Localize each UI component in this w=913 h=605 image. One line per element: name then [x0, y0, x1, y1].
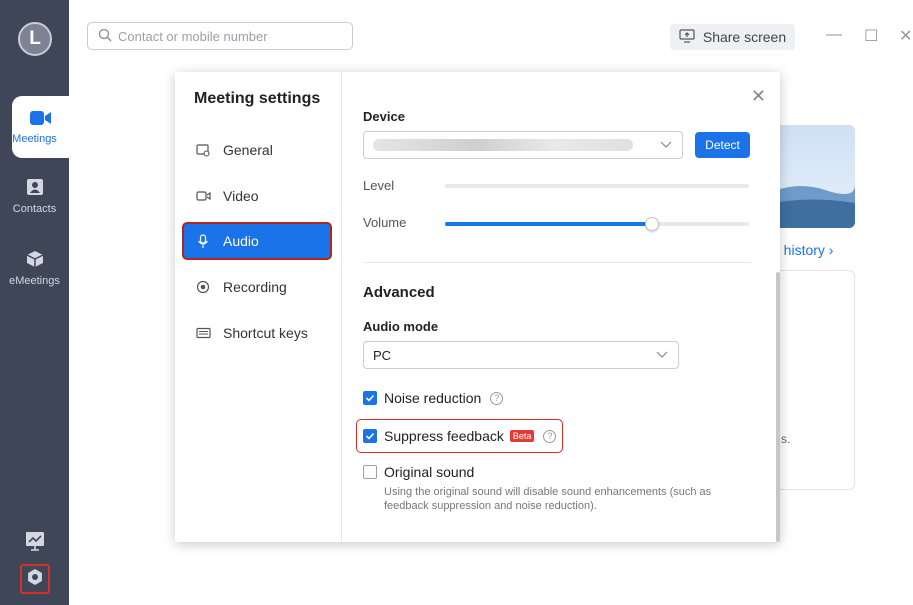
volume-slider[interactable]	[445, 222, 749, 226]
sidebar-item-label: Contacts	[12, 203, 57, 215]
menu-item-shortcut-keys[interactable]: Shortcut keys	[183, 315, 331, 351]
sidebar-item-emeetings[interactable]: eMeetings	[0, 250, 69, 287]
keyboard-icon	[195, 325, 211, 341]
audio-mode-select[interactable]: PC	[363, 341, 679, 369]
suppress-feedback-label: Suppress feedback	[384, 428, 504, 444]
volume-slider-handle[interactable]	[644, 217, 659, 231]
app-window: L Meetings Contacts eMeetings Contact or…	[0, 0, 913, 605]
sidebar: L Meetings Contacts eMeetings	[0, 0, 69, 605]
menu-item-label: Recording	[223, 279, 287, 295]
sidebar-item-contacts[interactable]: Contacts	[0, 178, 69, 215]
beta-badge: Beta	[509, 430, 535, 442]
suppress-feedback-option[interactable]: Suppress feedback Beta ?	[363, 428, 557, 444]
menu-item-general[interactable]: General	[183, 132, 331, 168]
close-dialog-button[interactable]: ✕	[751, 86, 766, 107]
help-icon[interactable]: ?	[490, 391, 504, 405]
general-icon	[195, 142, 211, 158]
settings-menu: Meeting settings General Video Audio Rec…	[175, 72, 342, 542]
meeting-history-link[interactable]: g history ›	[772, 242, 833, 258]
menu-item-label: General	[223, 142, 273, 158]
dialog-title: Meeting settings	[194, 90, 321, 107]
settings-button[interactable]	[20, 564, 50, 594]
noise-reduction-label: Noise reduction	[384, 390, 482, 406]
divider	[363, 262, 751, 263]
user-avatar[interactable]: L	[18, 22, 52, 56]
menu-item-audio[interactable]: Audio	[182, 222, 332, 260]
search-field[interactable]	[87, 22, 353, 50]
gear-icon	[26, 568, 44, 591]
cube-icon	[0, 250, 69, 271]
minimize-button[interactable]: —	[826, 26, 842, 44]
microphone-icon	[195, 233, 211, 249]
search-icon	[98, 28, 112, 45]
audio-mode-label: Audio mode	[363, 319, 439, 334]
detect-button[interactable]: Detect	[695, 132, 750, 158]
noise-reduction-checkbox[interactable]	[363, 391, 377, 405]
meeting-settings-dialog: Meeting settings General Video Audio Rec…	[175, 72, 780, 542]
level-label: Level	[363, 178, 395, 193]
chevron-down-icon	[656, 348, 668, 362]
device-select[interactable]	[363, 131, 683, 159]
chevron-down-icon	[660, 138, 672, 152]
menu-item-video[interactable]: Video	[183, 178, 331, 214]
menu-item-label: Video	[223, 188, 259, 204]
record-icon	[195, 279, 211, 295]
audio-mode-value: PC	[373, 347, 392, 363]
video-icon	[195, 188, 211, 204]
device-name-redacted	[373, 139, 633, 151]
maximize-button[interactable]: ☐	[864, 26, 878, 46]
share-screen-label: Share screen	[702, 29, 787, 45]
original-sound-note: Using the original sound will disable so…	[384, 486, 712, 512]
share-screen-icon	[679, 28, 703, 46]
share-screen-button[interactable]: Share screen	[670, 24, 795, 50]
scrollbar[interactable]	[776, 272, 780, 542]
menu-item-label: Shortcut keys	[223, 325, 308, 341]
original-sound-label: Original sound	[384, 464, 475, 480]
sidebar-item-label: eMeetings	[9, 275, 60, 287]
search-input[interactable]	[118, 28, 338, 44]
settings-content: ✕ Device Detect Level Volume Advanced Au	[343, 72, 780, 542]
sidebar-item-label: Meetings	[12, 133, 57, 145]
help-icon[interactable]: ?	[543, 429, 557, 443]
video-camera-icon	[12, 110, 69, 129]
sidebar-item-meetings[interactable]: Meetings	[12, 96, 69, 158]
suppress-feedback-checkbox[interactable]	[363, 429, 377, 443]
original-sound-option[interactable]: Original sound	[363, 464, 474, 480]
noise-reduction-option[interactable]: Noise reduction ?	[363, 390, 504, 406]
menu-item-recording[interactable]: Recording	[183, 269, 331, 305]
device-label: Device	[363, 109, 405, 124]
menu-item-label: Audio	[223, 233, 259, 249]
avatar-letter: L	[29, 28, 41, 49]
partial-text: s.	[781, 432, 791, 446]
volume-slider-fill	[445, 222, 652, 226]
original-sound-checkbox[interactable]	[363, 465, 377, 479]
contact-card-icon	[0, 178, 69, 199]
whiteboard-icon[interactable]	[23, 529, 47, 553]
advanced-title: Advanced	[363, 284, 435, 301]
close-window-button[interactable]: ✕	[899, 26, 912, 46]
volume-label: Volume	[363, 215, 407, 230]
level-meter	[445, 184, 749, 188]
